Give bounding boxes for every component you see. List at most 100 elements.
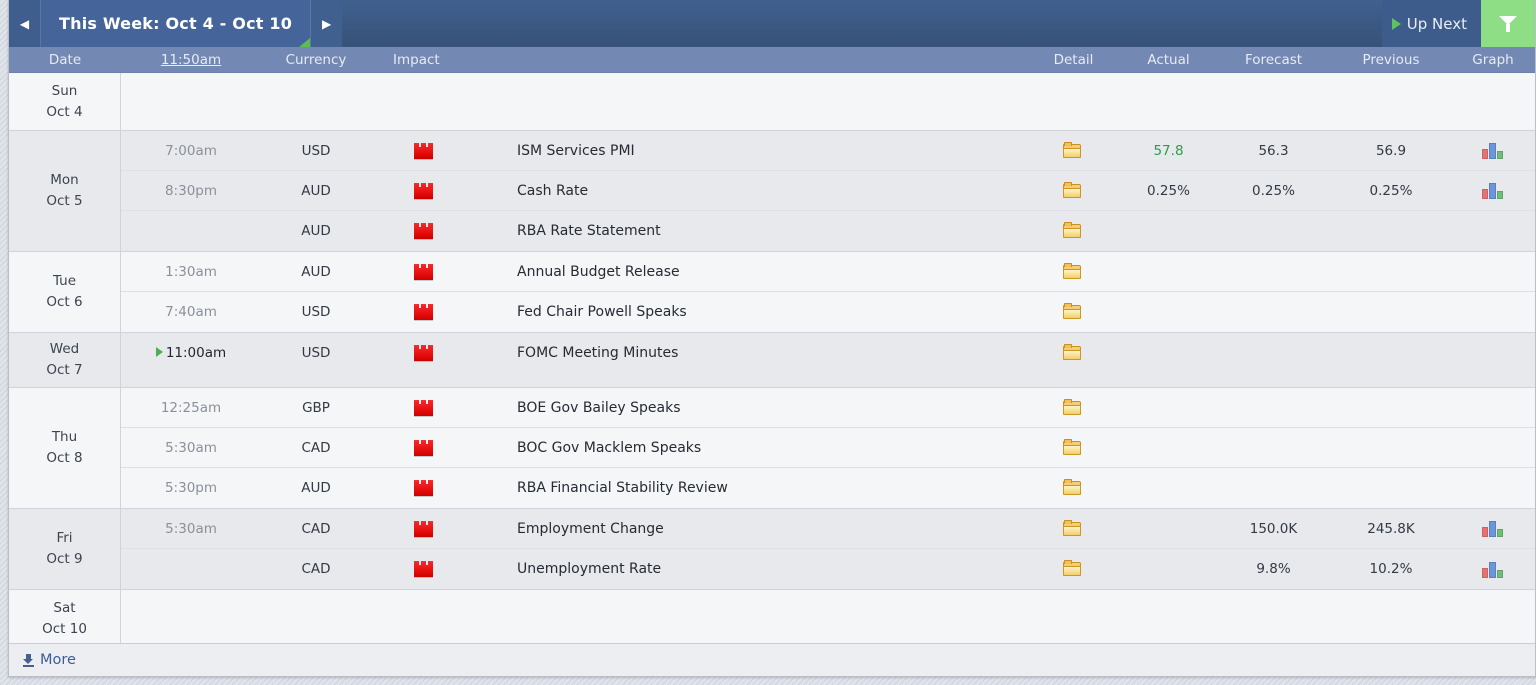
event-detail-cell[interactable] [1026, 141, 1121, 160]
bar-chart-icon[interactable] [1482, 142, 1504, 159]
event-impact-cell [371, 304, 476, 320]
day-group: Tue Oct 6 1:30am AUD Annual Budget Release 7:… [9, 252, 1535, 333]
table-row[interactable]: AUD RBA Rate Statement [121, 211, 1535, 251]
table-row[interactable]: 7:00am USD ISM Services PMI 57.8 56.3 56.9 [121, 131, 1535, 171]
table-row[interactable]: 5:30pm AUD RBA Financial Stability Review [121, 468, 1535, 508]
previous-week-button[interactable]: ◀ [9, 0, 41, 47]
event-detail-cell[interactable] [1026, 222, 1121, 240]
day-weekday: Sat [53, 599, 76, 616]
event-impact-cell [371, 399, 476, 416]
table-row[interactable]: 12:25am GBP BOE Gov Bailey Speaks [121, 388, 1535, 428]
impact-high-icon [414, 520, 433, 537]
day-group: Sat Oct 10 [9, 590, 1535, 643]
day-group: Mon Oct 5 7:00am USD ISM Services PMI 57.8 56.… [9, 131, 1535, 252]
event-impact-cell [371, 561, 476, 577]
event-time: 8:30pm [164, 182, 218, 199]
detail-folder-doc-icon[interactable] [1062, 303, 1085, 321]
column-header-impact: Impact [393, 51, 440, 68]
event-detail-cell[interactable] [1026, 262, 1121, 281]
event-detail-cell[interactable] [1026, 479, 1121, 497]
event-name-cell[interactable]: Unemployment Rate [476, 561, 1026, 577]
event-name-cell[interactable]: Employment Change [476, 521, 1026, 537]
event-detail-cell[interactable] [1026, 438, 1121, 457]
detail-folder-doc-icon[interactable] [1062, 519, 1085, 538]
column-header-time[interactable]: 11:50am [121, 52, 261, 68]
event-currency-cell: USD [301, 142, 331, 159]
event-detail-cell[interactable] [1026, 560, 1121, 578]
detail-folder-doc-icon[interactable] [1062, 560, 1085, 578]
bar-chart-icon[interactable] [1482, 520, 1504, 537]
event-name-cell[interactable]: RBA Financial Stability Review [476, 480, 1026, 496]
economic-calendar: ◀ This Week: Oct 4 - Oct 10 ▶ Up Next Da… [8, 0, 1536, 677]
event-name-cell[interactable]: BOC Gov Macklem Speaks [476, 440, 1026, 456]
detail-folder-plain-icon[interactable] [1062, 398, 1085, 417]
table-row[interactable]: 5:30am CAD BOC Gov Macklem Speaks [121, 428, 1535, 468]
day-weekday: Tue [52, 273, 77, 289]
more-link[interactable]: More [40, 652, 76, 668]
event-time: 7:00am [165, 142, 217, 159]
event-previous-cell: 10.2% [1369, 561, 1413, 577]
bar-chart-icon[interactable] [1482, 561, 1504, 578]
event-graph-cell[interactable] [1451, 182, 1535, 199]
impact-high-icon [414, 223, 433, 239]
event-time: 11:00am [165, 345, 227, 361]
impact-high-icon [414, 480, 433, 496]
table-row[interactable]: 5:30am CAD Employment Change 150.0K 245.8K [121, 509, 1535, 549]
event-detail-cell[interactable] [1026, 303, 1121, 321]
event-detail-cell[interactable] [1026, 398, 1121, 417]
detail-folder-doc-icon[interactable] [1062, 181, 1085, 200]
up-next-button[interactable]: Up Next [1381, 0, 1481, 47]
day-weekday: Fri [56, 530, 73, 546]
detail-folder-doc-icon[interactable] [1062, 262, 1085, 281]
event-time-cell: 1:30am [121, 264, 261, 280]
table-row[interactable]: CAD Unemployment Rate 9.8% 10.2% [121, 549, 1535, 589]
day-date-cell: Sat Oct 10 [9, 590, 121, 643]
day-date-cell: Fri Oct 9 [9, 509, 121, 589]
event-name-cell[interactable]: BOE Gov Bailey Speaks [476, 400, 1026, 416]
event-detail-cell[interactable] [1026, 519, 1121, 538]
event-name-cell[interactable]: Cash Rate [476, 183, 1026, 199]
download-icon [23, 653, 34, 667]
event-time-cell: 11:00am [121, 345, 261, 361]
event-name-cell[interactable]: FOMC Meeting Minutes [476, 345, 1026, 361]
event-name-cell[interactable]: Annual Budget Release [476, 264, 1026, 280]
play-triangle-icon [1391, 17, 1401, 30]
event-graph-cell[interactable] [1451, 520, 1535, 537]
day-event-rows [121, 590, 1535, 643]
event-name-cell[interactable]: RBA Rate Statement [476, 223, 1026, 239]
detail-folder-doc-icon[interactable] [1062, 222, 1085, 240]
event-impact-cell [371, 263, 476, 280]
empty-day-row [121, 73, 1535, 130]
event-forecast-cell: 150.0K [1249, 520, 1298, 537]
event-graph-cell[interactable] [1451, 561, 1535, 578]
calendar-footer: More [9, 643, 1535, 676]
table-row[interactable]: 11:00am USD FOMC Meeting Minutes [121, 333, 1535, 373]
day-weekday: Wed [49, 341, 80, 357]
event-detail-cell[interactable] [1026, 344, 1121, 362]
impact-high-icon [414, 263, 433, 280]
calendar-topbar: ◀ This Week: Oct 4 - Oct 10 ▶ Up Next [9, 0, 1535, 47]
table-row[interactable]: 1:30am AUD Annual Budget Release [121, 252, 1535, 292]
filter-button[interactable] [1481, 0, 1535, 47]
impact-high-icon [414, 399, 433, 416]
week-range-label: This Week: Oct 4 - Oct 10 [59, 14, 293, 33]
event-graph-cell[interactable] [1451, 142, 1535, 159]
week-range-tab[interactable]: This Week: Oct 4 - Oct 10 [41, 0, 311, 47]
event-time: 5:30am [165, 520, 217, 537]
detail-folder-plain-icon[interactable] [1062, 438, 1085, 457]
table-row[interactable]: 8:30pm AUD Cash Rate 0.25% 0.25% 0.25% [121, 171, 1535, 211]
detail-folder-doc-icon[interactable] [1062, 141, 1085, 160]
next-week-button[interactable]: ▶ [310, 0, 343, 47]
chevron-left-icon: ◀ [19, 16, 30, 31]
detail-folder-plain-icon[interactable] [1062, 479, 1085, 497]
event-detail-cell[interactable] [1026, 181, 1121, 200]
table-row[interactable]: 7:40am USD Fed Chair Powell Speaks [121, 292, 1535, 332]
day-event-rows: 11:00am USD FOMC Meeting Minutes [121, 333, 1535, 387]
bar-chart-icon[interactable] [1482, 182, 1504, 199]
event-name-cell[interactable]: Fed Chair Powell Speaks [476, 304, 1026, 320]
day-event-rows: 12:25am GBP BOE Gov Bailey Speaks 5:30am CAD… [121, 388, 1535, 508]
event-impact-cell [371, 520, 476, 537]
event-time-cell: 5:30am [121, 440, 261, 456]
detail-folder-doc-icon[interactable] [1062, 344, 1085, 362]
event-name-cell[interactable]: ISM Services PMI [476, 143, 1026, 159]
